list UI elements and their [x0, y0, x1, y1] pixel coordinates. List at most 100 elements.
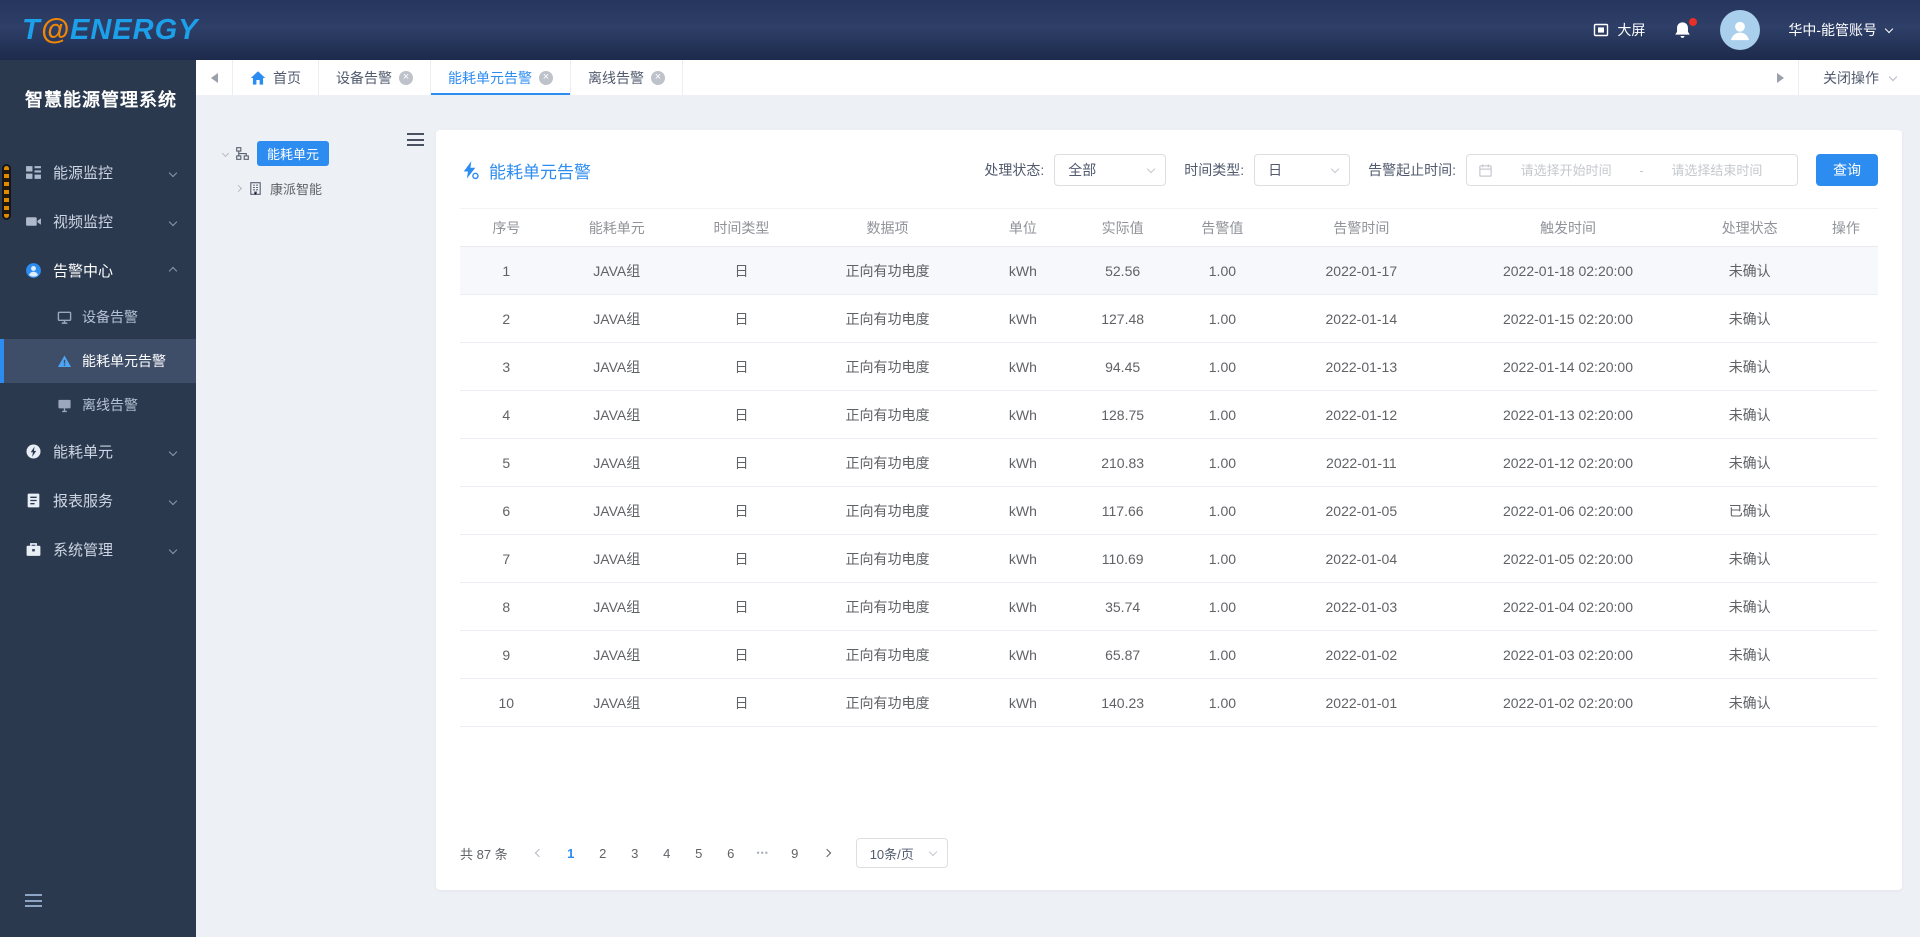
page-number-button[interactable]: 9: [782, 840, 808, 866]
big-screen-button[interactable]: 大屏: [1593, 20, 1645, 40]
cell-time-type: 日: [680, 486, 802, 535]
sidebar-item-offline-alarm[interactable]: 离线告警: [0, 383, 196, 427]
sidebar-item-energy-monitor[interactable]: 能源监控: [0, 148, 196, 197]
sidebar-item-label: 能耗单元告警: [82, 353, 166, 369]
cell-operation: [1813, 342, 1878, 391]
sidebar-item-video-monitor[interactable]: 视频监控: [0, 197, 196, 246]
cell-operation: [1813, 678, 1878, 727]
tabs-scroll-left-button[interactable]: [196, 60, 232, 95]
close-tab-icon[interactable]: [651, 70, 665, 85]
date-range-picker[interactable]: -: [1466, 154, 1798, 186]
page-number-button[interactable]: 2: [590, 840, 616, 866]
sidebar-item-alarm-center[interactable]: 告警中心: [0, 246, 196, 295]
page-number-button[interactable]: 1: [558, 840, 584, 866]
arrow-left-icon: [210, 72, 218, 83]
avatar[interactable]: [1720, 10, 1761, 50]
logo-text: T: [22, 13, 41, 46]
cell-data-item: 正向有功电度: [802, 294, 974, 343]
sidebar-item-label: 能耗单元: [53, 444, 114, 461]
cell-alarm-value: 1.00: [1172, 342, 1273, 391]
query-button[interactable]: 查询: [1816, 154, 1878, 186]
page-number-button[interactable]: 4: [654, 840, 680, 866]
hamburger-icon: [407, 133, 424, 146]
sidebar-item-report-service[interactable]: 报表服务: [0, 476, 196, 525]
cell-handle-status: 未确认: [1685, 534, 1814, 583]
sidebar-item-device-alarm[interactable]: 设备告警: [0, 295, 196, 339]
panel-title-text: 能耗单元告警: [489, 162, 591, 182]
tab-offline-alarm[interactable]: 离线告警: [570, 60, 683, 95]
page-number-button[interactable]: •••: [750, 840, 776, 866]
tab-home[interactable]: 首页: [232, 60, 318, 95]
alarm-table: 序号 能耗单元 时间类型 数据项 单位 实际值 告警值 告警时间 触发时间 处理状态 操作 1 JA…: [460, 208, 1878, 727]
close-operations-label: 关闭操作: [1823, 69, 1879, 86]
tab-device-alarm[interactable]: 设备告警: [318, 60, 430, 95]
close-operations-dropdown[interactable]: 关闭操作: [1798, 60, 1920, 95]
time-type-select-value: 日: [1268, 162, 1283, 178]
tree-collapsed-caret-icon[interactable]: [234, 184, 243, 193]
main-column: 首页 设备告警 能耗单元告警 离线告警 关闭操作: [196, 60, 1920, 937]
prev-page-button[interactable]: [526, 840, 552, 866]
cell-trigger-time: 2022-01-03 02:20:00: [1450, 630, 1686, 679]
cell-data-item: 正向有功电度: [802, 534, 974, 583]
account-name: 华中-能管账号: [1788, 22, 1877, 38]
page-size-value: 10条/页: [869, 846, 914, 862]
cell-no: 9: [460, 630, 553, 679]
cell-no: 7: [460, 534, 553, 583]
page-size-select[interactable]: 10条/页: [855, 838, 948, 868]
logo-text: ENERGY: [70, 13, 199, 46]
sidebar-item-label: 视频监控: [53, 214, 114, 231]
cell-alarm-time: 2022-01-02: [1272, 630, 1451, 679]
cell-data-item: 正向有功电度: [802, 246, 974, 295]
close-tab-icon[interactable]: [399, 70, 413, 85]
chevron-down-icon: [1330, 164, 1340, 173]
home-icon: [250, 70, 266, 86]
table-row: 3 JAVA组 日 正向有功电度 kWh 94.45 1.00 2022-01-…: [460, 342, 1878, 391]
table-row: 10 JAVA组 日 正向有功电度 kWh 140.23 1.00 2022-0…: [460, 678, 1878, 727]
start-time-input[interactable]: [1497, 162, 1636, 178]
cell-actual-value: 128.75: [1072, 390, 1173, 439]
sidebar-item-energy-unit[interactable]: 能耗单元: [0, 427, 196, 476]
column-header: 处理状态: [1685, 208, 1814, 247]
page-number-button[interactable]: 3: [622, 840, 648, 866]
time-type-select[interactable]: 日: [1254, 154, 1351, 186]
tab-unit-alarm[interactable]: 能耗单元告警: [430, 60, 570, 95]
tree-node-label-selected[interactable]: 能耗单元: [257, 141, 330, 166]
notification-bell-icon[interactable]: [1673, 17, 1698, 40]
sidebar-item-unit-alarm[interactable]: 能耗单元告警: [0, 339, 196, 383]
cell-handle-status: 未确认: [1685, 294, 1814, 343]
cell-unit: JAVA组: [552, 294, 681, 343]
cell-no: 2: [460, 294, 553, 343]
end-time-input[interactable]: [1647, 162, 1786, 178]
notification-dot: [1689, 17, 1698, 26]
logo-at-icon: @: [40, 13, 70, 46]
cell-uom: kWh: [973, 438, 1073, 487]
column-header: 告警时间: [1272, 208, 1451, 247]
cell-unit: JAVA组: [552, 486, 681, 535]
cell-no: 6: [460, 486, 553, 535]
cell-trigger-time: 2022-01-18 02:20:00: [1450, 246, 1686, 295]
tabs-scroll-right-button[interactable]: [1762, 60, 1798, 95]
sidebar-item-system-manage[interactable]: 系统管理: [0, 525, 196, 574]
hamburger-icon: [25, 894, 42, 907]
page-number-button[interactable]: 6: [718, 840, 744, 866]
range-separator: -: [1639, 162, 1644, 178]
sidebar-item-label: 能源监控: [53, 165, 114, 182]
cell-operation: [1813, 534, 1878, 583]
close-tab-icon[interactable]: [539, 70, 553, 85]
status-select[interactable]: 全部: [1054, 154, 1167, 186]
cell-uom: kWh: [973, 486, 1073, 535]
page-number-button[interactable]: 5: [686, 840, 712, 866]
next-page-button[interactable]: [814, 840, 840, 866]
column-header: 操作: [1813, 208, 1878, 247]
cell-time-type: 日: [680, 534, 802, 583]
tree-expand-caret-icon[interactable]: [221, 149, 230, 158]
tree-node-root[interactable]: 能耗单元: [221, 141, 436, 166]
sidebar-collapse-button[interactable]: [25, 894, 42, 912]
tree-collapse-button[interactable]: [407, 133, 424, 151]
account-menu[interactable]: 华中-能管账号: [1788, 20, 1894, 40]
table-body: 1 JAVA组 日 正向有功电度 kWh 52.56 1.00 2022-01-…: [460, 246, 1878, 727]
tree-node-child[interactable]: 康派智能: [223, 179, 436, 198]
panel-header: 能耗单元告警 处理状态: 全部 时间类型: 日 告警起止时间: 请选择开始时间 …: [460, 154, 1878, 186]
cell-unit: JAVA组: [552, 582, 681, 631]
cell-time-type: 日: [680, 246, 802, 295]
